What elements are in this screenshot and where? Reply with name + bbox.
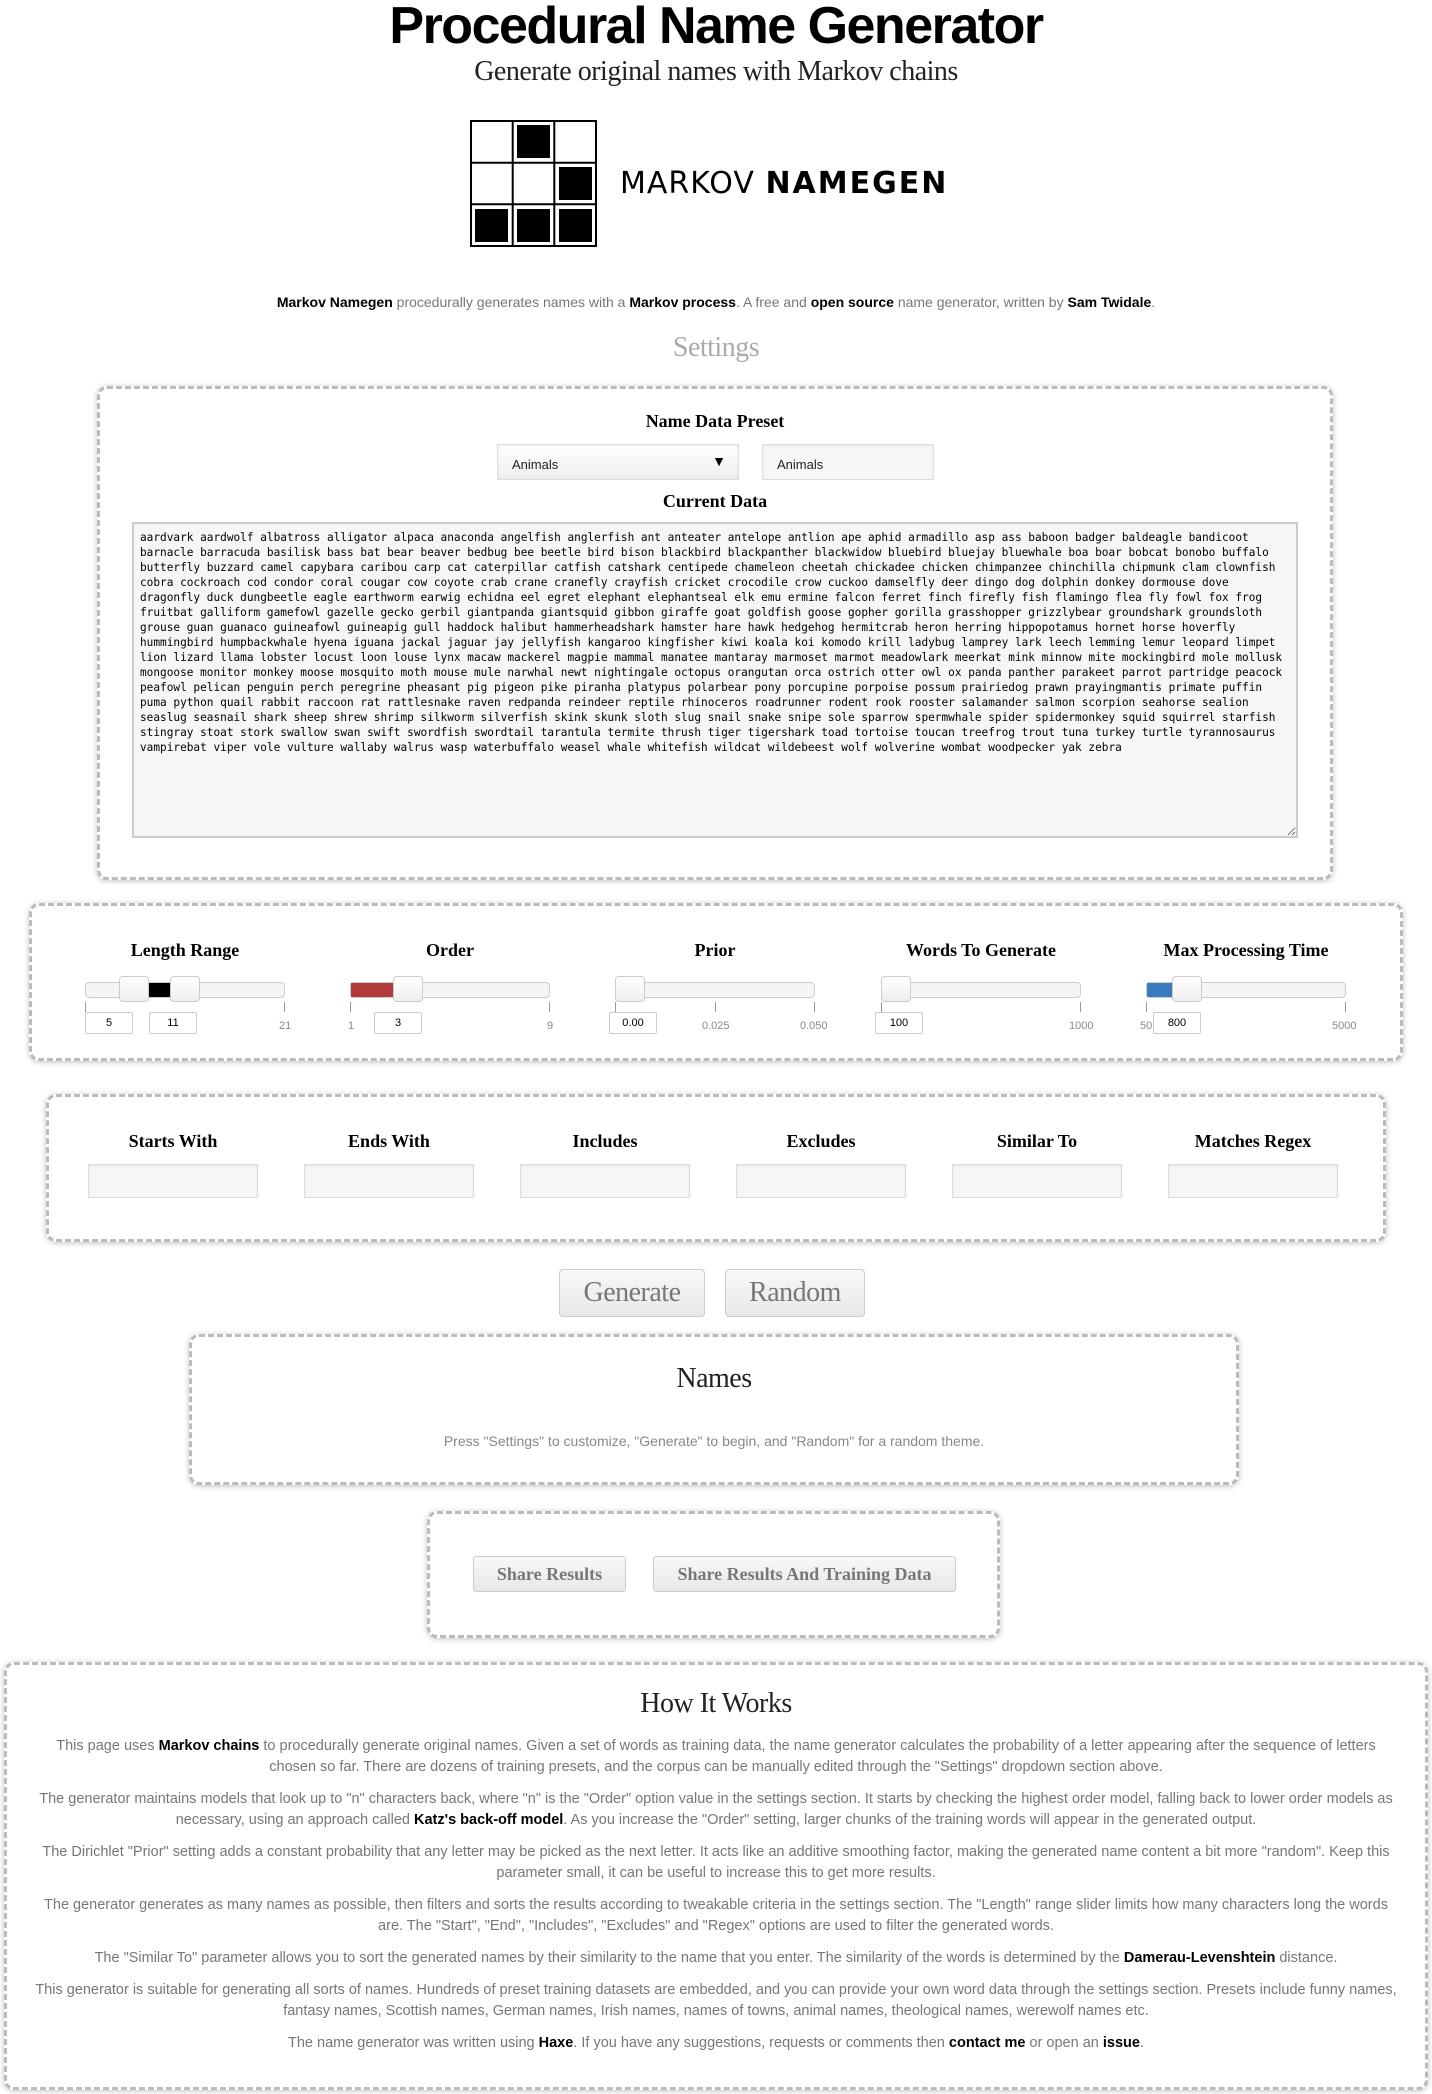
how-paragraph: This generator is suitable for generatin… — [35, 1982, 1397, 2019]
similar-to-input[interactable] — [952, 1164, 1122, 1198]
markov-process-link[interactable]: Markov process — [629, 294, 736, 310]
length-range-slider[interactable]: 21 5 11 — [85, 976, 291, 1042]
length-max-value[interactable]: 11 — [149, 1012, 197, 1034]
preset-name-field[interactable]: Animals — [762, 444, 934, 480]
how-paragraph: This page uses Markov chains to procedur… — [56, 1738, 1376, 1775]
app-link[interactable]: Markov Namegen — [277, 294, 393, 310]
words-to-generate-label: Words To Generate — [905, 940, 1056, 960]
random-button[interactable]: Random — [725, 1269, 865, 1317]
issue-link[interactable]: issue — [1103, 2035, 1140, 2051]
share-panel: Share Results Share Results And Training… — [427, 1511, 1000, 1638]
prior-handle[interactable] — [615, 976, 645, 1002]
matches-regex-input[interactable] — [1168, 1164, 1338, 1198]
length-max-handle[interactable] — [170, 976, 200, 1002]
filters-panel: Starts With Ends With Includes Excludes … — [46, 1094, 1386, 1242]
share-results-button[interactable]: Share Results — [473, 1556, 626, 1592]
how-paragraph: The Dirichlet "Prior" setting adds a con… — [42, 1844, 1390, 1881]
words-max-tick: 1000 — [1069, 1020, 1094, 1032]
words-to-generate-slider[interactable]: 1000 100 — [875, 976, 1093, 1042]
time-handle[interactable] — [1172, 976, 1202, 1002]
how-it-works-body: This page uses Markov chains to procedur… — [32, 1736, 1400, 2054]
haxe-link[interactable]: Haxe — [539, 2035, 574, 2051]
prior-mid-tick: 0.025 — [702, 1020, 730, 1032]
includes-label: Includes — [572, 1131, 638, 1151]
length-min-value[interactable]: 5 — [85, 1012, 133, 1034]
order-min-tick: 1 — [348, 1020, 355, 1032]
names-hint: Press "Settings" to customize, "Generate… — [443, 1433, 985, 1449]
starts-with-label: Starts With — [128, 1131, 218, 1151]
max-processing-time-slider[interactable]: 50 5000 800 — [1140, 976, 1356, 1042]
page-title: Procedural Name Generator — [389, 0, 1044, 55]
time-min-tick: 50 — [1140, 1020, 1153, 1032]
dropdown-arrow-icon: ▼ — [712, 453, 726, 469]
order-max-tick: 9 — [547, 1020, 554, 1032]
order-slider[interactable]: 1 9 3 — [348, 976, 554, 1042]
length-range-fill — [147, 983, 172, 997]
order-value[interactable]: 3 — [374, 1012, 422, 1034]
current-data-label: Current Data — [662, 491, 768, 511]
order-label: Order — [426, 940, 474, 960]
sliders-panel: Length Range 21 5 11 Order 1 9 3 Prior 0… — [29, 903, 1403, 1061]
words-value[interactable]: 100 — [875, 1012, 923, 1034]
prior-max-tick: 0.050 — [800, 1020, 828, 1032]
prior-value[interactable]: 0.00 — [609, 1012, 657, 1034]
words-handle[interactable] — [881, 976, 911, 1002]
katz-backoff-link[interactable]: Katz's back-off model — [414, 1812, 563, 1828]
contact-link[interactable]: contact me — [949, 2035, 1026, 2051]
preset-label: Name Data Preset — [645, 411, 785, 431]
names-heading: Names — [676, 1363, 752, 1394]
open-source-link[interactable]: open source — [811, 294, 894, 310]
generate-button[interactable]: Generate — [559, 1269, 705, 1317]
length-range-label: Length Range — [130, 940, 240, 960]
order-fill — [351, 983, 398, 997]
markov-chains-link[interactable]: Markov chains — [159, 1738, 260, 1754]
length-min-handle[interactable] — [119, 976, 149, 1002]
how-paragraph: The "Similar To" parameter allows you to… — [94, 1950, 1338, 1966]
preset-panel: Name Data Preset Animals ▼ Animals Curre… — [97, 386, 1333, 880]
prior-slider[interactable]: 0.025 0.050 0.00 — [609, 976, 828, 1042]
ends-with-input[interactable] — [304, 1164, 474, 1198]
markov-logo-icon — [470, 120, 597, 247]
how-paragraph: The generator maintains models that look… — [39, 1791, 1393, 1828]
names-panel: Names Press "Settings" to customize, "Ge… — [189, 1334, 1239, 1485]
settings-toggle[interactable]: Settings — [0, 332, 1432, 364]
similar-to-label: Similar To — [996, 1131, 1078, 1151]
excludes-label: Excludes — [786, 1131, 856, 1151]
how-paragraph: The generator generates as many names as… — [44, 1897, 1388, 1934]
excludes-input[interactable] — [736, 1164, 906, 1198]
how-paragraph: The name generator was written using Hax… — [287, 2035, 1144, 2051]
share-results-and-data-button[interactable]: Share Results And Training Data — [653, 1556, 956, 1592]
how-it-works-heading: How It Works — [640, 1688, 792, 1719]
how-it-works-panel: How It Works This page uses Markov chain… — [4, 1662, 1428, 2090]
time-max-tick: 5000 — [1332, 1020, 1357, 1032]
author-link[interactable]: Sam Twidale — [1067, 294, 1151, 310]
preset-select[interactable]: Animals ▼ — [497, 444, 739, 480]
intro-text: Markov Namegen procedurally generates na… — [276, 294, 1156, 310]
page-subtitle: Generate original names with Markov chai… — [474, 56, 958, 87]
order-handle[interactable] — [393, 976, 423, 1002]
ends-with-label: Ends With — [348, 1131, 430, 1151]
damerau-levenshtein-link[interactable]: Damerau-Levenshtein — [1124, 1950, 1276, 1966]
max-processing-time-label: Max Processing Time — [1163, 940, 1329, 960]
current-data-textarea[interactable]: aardvark aardwolf albatross alligator al… — [132, 522, 1298, 838]
matches-regex-label: Matches Regex — [1194, 1131, 1312, 1151]
prior-label: Prior — [694, 940, 736, 960]
time-value[interactable]: 800 — [1153, 1012, 1201, 1034]
starts-with-input[interactable] — [88, 1164, 258, 1198]
logo-text: MARKOV NAMEGEN — [620, 166, 949, 201]
length-max-tick: 21 — [279, 1020, 292, 1032]
includes-input[interactable] — [520, 1164, 690, 1198]
